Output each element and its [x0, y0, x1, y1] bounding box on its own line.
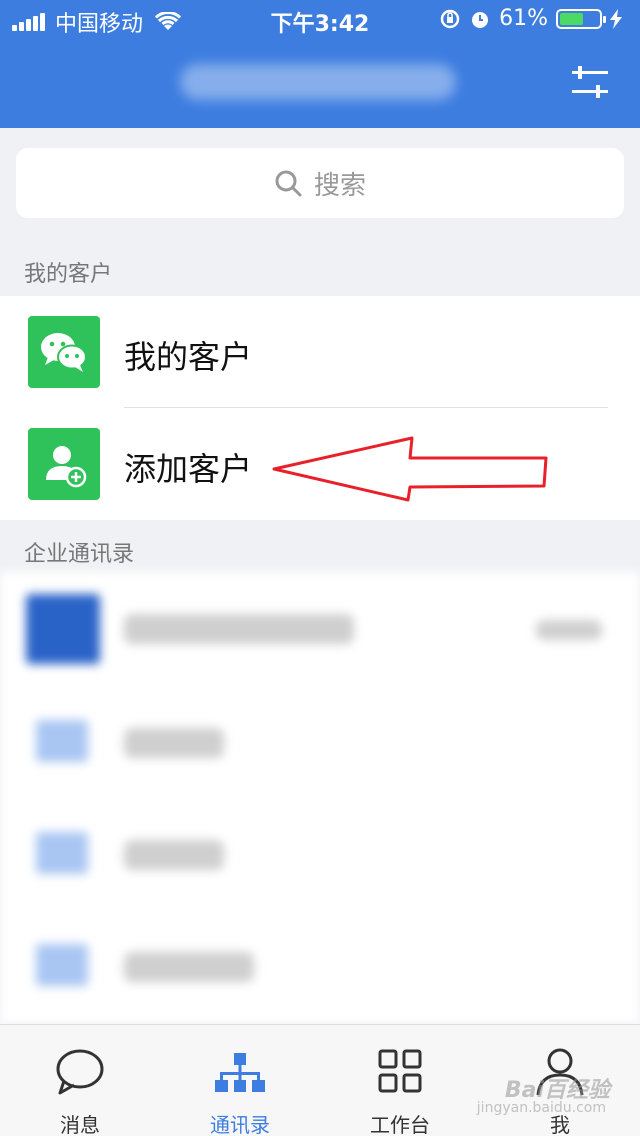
tab-workbench[interactable]: 工作台 [320, 1025, 480, 1136]
search-icon [275, 170, 302, 197]
alarm-icon [472, 11, 489, 28]
blurred-row [0, 910, 640, 1022]
orientation-lock-icon [440, 9, 460, 28]
watermark-url: jingyan.baidu.com [476, 1100, 606, 1116]
tab-contacts[interactable]: 通讯录 [160, 1025, 320, 1136]
section-label-directory: 企业通讯录 [24, 542, 135, 567]
grid-icon [378, 1049, 422, 1093]
blurred-row [0, 798, 640, 910]
blurred-directory-list [0, 572, 640, 1024]
battery-icon [556, 8, 606, 29]
wechat-icon [28, 316, 100, 388]
list-item-label: 添加客户 [124, 450, 253, 488]
org-chart-icon [215, 1053, 265, 1092]
header: 中国移动 下午3:42 61% [0, 0, 640, 128]
blurred-row [0, 572, 640, 684]
charging-bolt-icon [610, 8, 622, 29]
blurred-title [180, 64, 456, 100]
red-arrow-annotation [272, 436, 548, 502]
list-item-my-customers[interactable]: 我的客户 [0, 296, 640, 408]
search-input[interactable]: 搜索 [16, 148, 624, 218]
search-placeholder: 搜索 [313, 170, 366, 201]
status-bar: 中国移动 下午3:42 61% [0, 0, 640, 40]
tab-label: 通讯录 [210, 1113, 270, 1136]
status-right: 61% [439, 6, 630, 31]
tab-messages[interactable]: 消息 [0, 1025, 160, 1136]
tab-label: 消息 [60, 1113, 100, 1136]
battery-fill [560, 12, 584, 25]
tab-label: 工作台 [370, 1113, 430, 1136]
filter-sliders-icon[interactable] [570, 64, 610, 100]
section-label-my-customers: 我的客户 [24, 262, 113, 287]
battery-percent: 61% [499, 6, 548, 31]
chat-bubble-icon [56, 1049, 104, 1095]
add-user-icon [28, 428, 100, 500]
list-item-label: 我的客户 [124, 338, 253, 376]
blurred-row [0, 686, 640, 798]
